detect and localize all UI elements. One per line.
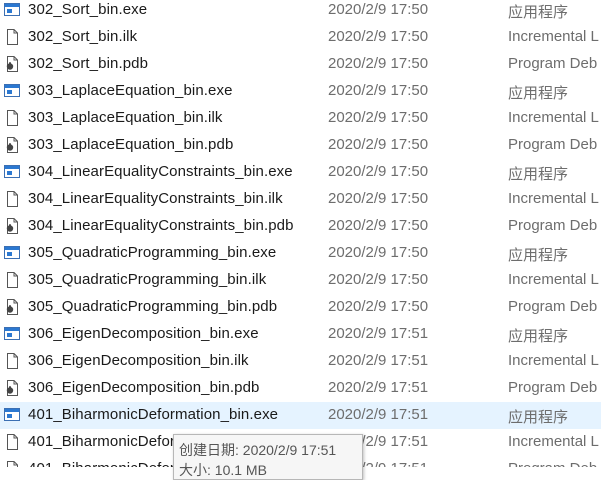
file-date-modified: 2020/2/9 17:50 [328,28,429,45]
file-icon [4,29,20,45]
file-date-modified: 2020/2/9 17:51 [328,379,429,396]
exe-icon [4,326,20,342]
file-row[interactable]: 303_LaplaceEquation_bin.pdb 2020/2/9 17:5… [0,132,601,159]
file-row[interactable]: 305_QuadraticProgramming_bin.pdb 2020/2/9… [0,294,601,321]
file-type: Program Deb [508,298,598,315]
file-type: 应用程序 [508,85,569,102]
file-icon [4,110,20,126]
file-type: Program Deb [508,379,598,396]
file-date-modified: 2020/2/9 17:51 [328,325,429,342]
file-date-modified: 2020/2/9 17:50 [328,271,429,288]
pdb-icon [4,56,20,72]
file-date-modified: 2020/2/9 17:50 [328,82,429,99]
file-tooltip: 创建日期: 2020/2/9 17:51 大小: 10.1 MB [173,434,363,480]
file-row[interactable]: 304_LinearEqualityConstraints_bin.ilk 202… [0,186,601,213]
pdb-icon [4,380,20,396]
file-name[interactable]: 304_LinearEqualityConstraints_bin.pdb [28,217,294,234]
file-row[interactable]: 401_BiharmonicDeformation_bin.exe 2020/2/… [0,402,601,429]
file-name[interactable]: 306_EigenDecomposition_bin.ilk [28,352,249,369]
file-icon [4,272,20,288]
pdb-icon [4,137,20,153]
file-type: 应用程序 [508,409,569,426]
file-type: 应用程序 [508,4,569,21]
file-name[interactable]: 305_QuadraticProgramming_bin.ilk [28,271,266,288]
file-date-modified: 2020/2/9 17:50 [328,244,429,261]
tooltip-size: 大小: 10.1 MB [179,462,267,478]
file-name[interactable]: 303_LaplaceEquation_bin.ilk [28,109,223,126]
file-row[interactable]: 304_LinearEqualityConstraints_bin.exe 202… [0,159,601,186]
file-name[interactable]: 302_Sort_bin.pdb [28,55,148,72]
file-type: Incremental L [508,109,599,126]
file-date-modified: 2020/2/9 17:50 [328,1,429,18]
exe-icon [4,83,20,99]
file-name[interactable]: 306_EigenDecomposition_bin.pdb [28,379,260,396]
file-icon [4,434,20,450]
file-date-modified: 2020/2/9 17:51 [328,406,429,423]
file-row[interactable]: 306_EigenDecomposition_bin.exe 2020/2/9 1… [0,321,601,348]
exe-icon [4,407,20,423]
pdb-icon [4,299,20,315]
file-row[interactable]: 302_Sort_bin.pdb 2020/2/9 17:50 Program De… [0,51,601,78]
file-date-modified: 2020/2/9 17:50 [328,109,429,126]
file-date-modified: 2020/2/9 17:50 [328,298,429,315]
file-type: Incremental L [508,352,599,369]
file-row[interactable]: 302_Sort_bin.ilk 2020/2/9 17:50 Incrementa… [0,24,601,51]
file-date-modified: 2020/2/9 17:50 [328,136,429,153]
file-type: Program Deb [508,217,598,234]
file-name[interactable]: 306_EigenDecomposition_bin.exe [28,325,259,342]
file-name[interactable]: 304_LinearEqualityConstraints_bin.exe [28,163,293,180]
file-name[interactable]: 401_BiharmonicDeformation_bin.exe [28,406,278,423]
file-type: Incremental L [508,190,599,207]
file-row[interactable]: 306_EigenDecomposition_bin.pdb 2020/2/9 1… [0,375,601,402]
file-row[interactable]: 302_Sort_bin.exe 2020/2/9 17:50 应用程序 [0,0,601,24]
exe-icon [4,245,20,261]
file-name[interactable]: 305_QuadraticProgramming_bin.exe [28,244,276,261]
file-type: Incremental L [508,28,599,45]
exe-icon [4,2,20,18]
file-date-modified: 2020/2/9 17:50 [328,217,429,234]
file-type: Program Deb [508,55,598,72]
tooltip-created-date: 创建日期: 2020/2/9 17:51 [179,442,337,458]
file-name[interactable]: 304_LinearEqualityConstraints_bin.ilk [28,190,283,207]
file-row[interactable]: 305_QuadraticProgramming_bin.exe 2020/2/9… [0,240,601,267]
file-type: Incremental L [508,433,599,450]
file-name[interactable]: 303_LaplaceEquation_bin.pdb [28,136,233,153]
file-type: Incremental L [508,271,599,288]
file-date-modified: 2020/2/9 17:50 [328,55,429,72]
file-name[interactable]: 302_Sort_bin.exe [28,1,147,18]
file-name[interactable]: 305_QuadraticProgramming_bin.pdb [28,298,277,315]
file-name[interactable]: 303_LaplaceEquation_bin.exe [28,82,233,99]
file-icon [4,191,20,207]
file-type: Program Deb [508,460,597,467]
pdb-icon [4,218,20,234]
file-type: Program Deb [508,136,598,153]
file-row[interactable]: 305_QuadraticProgramming_bin.ilk 2020/2/9… [0,267,601,294]
file-type: 应用程序 [508,166,569,183]
file-type: 应用程序 [508,247,569,264]
file-list: 302_Sort_bin.exe 2020/2/9 17:50 应用程序 302_So… [0,0,601,467]
file-type: 应用程序 [508,328,569,345]
file-name[interactable]: 302_Sort_bin.ilk [28,28,137,45]
file-row[interactable]: 304_LinearEqualityConstraints_bin.pdb 202… [0,213,601,240]
file-date-modified: 2020/2/9 17:50 [328,163,429,180]
file-row[interactable]: 303_LaplaceEquation_bin.ilk 2020/2/9 17:5… [0,105,601,132]
file-date-modified: 2020/2/9 17:51 [328,352,429,369]
file-icon [4,353,20,369]
file-date-modified: 2020/2/9 17:50 [328,190,429,207]
file-row[interactable]: 303_LaplaceEquation_bin.exe 2020/2/9 17:5… [0,78,601,105]
pdb-icon [4,461,20,467]
exe-icon [4,164,20,180]
file-row[interactable]: 306_EigenDecomposition_bin.ilk 2020/2/9 1… [0,348,601,375]
